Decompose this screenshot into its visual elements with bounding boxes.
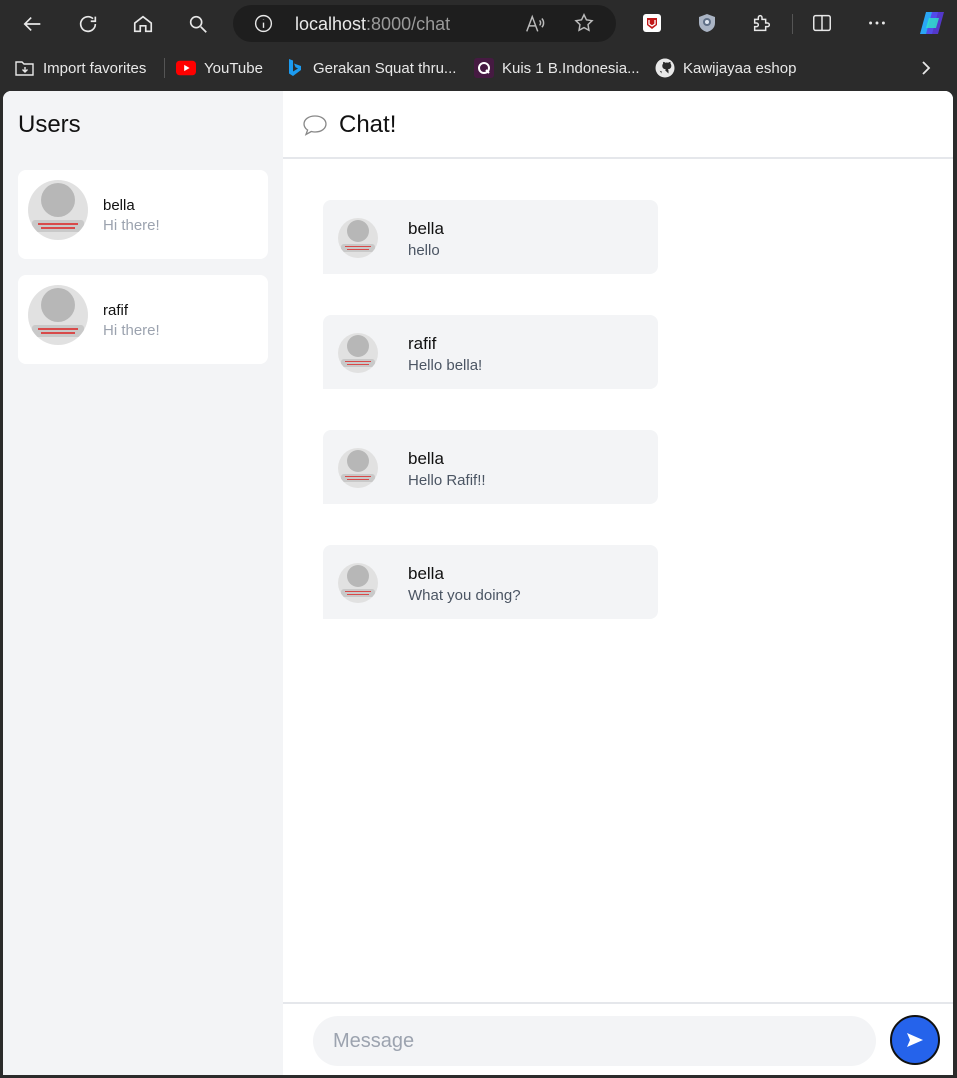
- read-aloud-icon[interactable]: [524, 13, 546, 35]
- message-text: Hello Rafif!!: [408, 472, 486, 489]
- quizizz-icon: [474, 58, 494, 78]
- message-bubble: bella Hello Rafif!!: [323, 430, 658, 504]
- chat-title: Chat!: [339, 111, 397, 138]
- user-name: bella: [103, 197, 135, 214]
- message-sender: bella: [408, 219, 444, 238]
- avatar: [28, 180, 88, 240]
- bookmark-gerakan-squat[interactable]: Gerakan Squat thru...: [285, 58, 456, 78]
- bing-icon: [285, 59, 305, 77]
- bookmark-separator: [164, 58, 165, 78]
- avatar: [338, 563, 378, 603]
- avatar: [338, 448, 378, 488]
- message-text: What you doing?: [408, 587, 521, 604]
- bookmarks-bar: Import favorites YouTube Gerakan Squat t…: [0, 48, 957, 88]
- home-icon[interactable]: [126, 8, 160, 40]
- avatar: [28, 285, 88, 345]
- message-sender: rafif: [408, 334, 437, 353]
- import-folder-icon: [15, 59, 35, 77]
- avatar: [338, 218, 378, 258]
- users-sidebar: Users bella Hi there! rafif Hi there!: [3, 91, 283, 1075]
- app-window: Users bella Hi there! rafif Hi there! Ch…: [3, 91, 953, 1075]
- message-sender: bella: [408, 449, 444, 468]
- more-options-icon[interactable]: [866, 12, 888, 34]
- search-icon[interactable]: [181, 8, 215, 40]
- toolbar-divider: [792, 14, 793, 34]
- user-name: rafif: [103, 302, 129, 319]
- send-button[interactable]: [890, 1015, 940, 1065]
- message-text: Hello bella!: [408, 357, 483, 374]
- copilot-icon[interactable]: [917, 8, 947, 38]
- user-preview: Hi there!: [103, 217, 160, 234]
- url-text[interactable]: localhost:8000/chat: [295, 14, 450, 35]
- user-preview: Hi there!: [103, 322, 160, 339]
- user-card-rafif[interactable]: rafif Hi there!: [18, 275, 268, 364]
- refresh-icon[interactable]: [71, 8, 105, 40]
- chat-header: Chat!: [283, 91, 953, 159]
- chevron-right-icon[interactable]: [916, 57, 936, 79]
- bookmark-youtube[interactable]: YouTube: [176, 58, 263, 78]
- message-text: hello: [408, 242, 440, 259]
- back-icon[interactable]: [16, 8, 50, 40]
- message-sender: bella: [408, 564, 444, 583]
- info-icon[interactable]: [253, 13, 274, 34]
- github-icon: [655, 58, 675, 78]
- avatar: [338, 333, 378, 373]
- youtube-icon: [176, 59, 196, 77]
- chat-panel: Chat! bella hello rafif Hello bella! bel…: [283, 91, 953, 1075]
- browser-toolbar: localhost:8000/chat: [0, 0, 957, 48]
- bookmark-import-favorites[interactable]: Import favorites: [15, 58, 146, 78]
- extensions-puzzle-icon[interactable]: [751, 12, 773, 34]
- mcafee-extension-icon[interactable]: [641, 12, 663, 34]
- user-card-bella[interactable]: bella Hi there!: [18, 170, 268, 259]
- send-icon: [907, 1033, 923, 1047]
- bookmark-kuis[interactable]: Kuis 1 B.Indonesia...: [474, 58, 640, 78]
- message-bubble: bella hello: [323, 200, 658, 274]
- chat-bubble-icon: [303, 115, 327, 136]
- message-composer: [283, 1002, 953, 1075]
- message-input[interactable]: [313, 1016, 876, 1066]
- split-screen-icon[interactable]: [811, 12, 833, 34]
- favorite-star-icon[interactable]: [573, 12, 595, 34]
- address-bar[interactable]: localhost:8000/chat: [233, 5, 616, 42]
- sidebar-title: Users: [18, 111, 81, 138]
- message-bubble: rafif Hello bella!: [323, 315, 658, 389]
- message-bubble: bella What you doing?: [323, 545, 658, 619]
- bookmark-kawijayaa-eshop[interactable]: Kawijayaa eshop: [655, 58, 796, 78]
- shield-extension-icon[interactable]: [696, 12, 718, 34]
